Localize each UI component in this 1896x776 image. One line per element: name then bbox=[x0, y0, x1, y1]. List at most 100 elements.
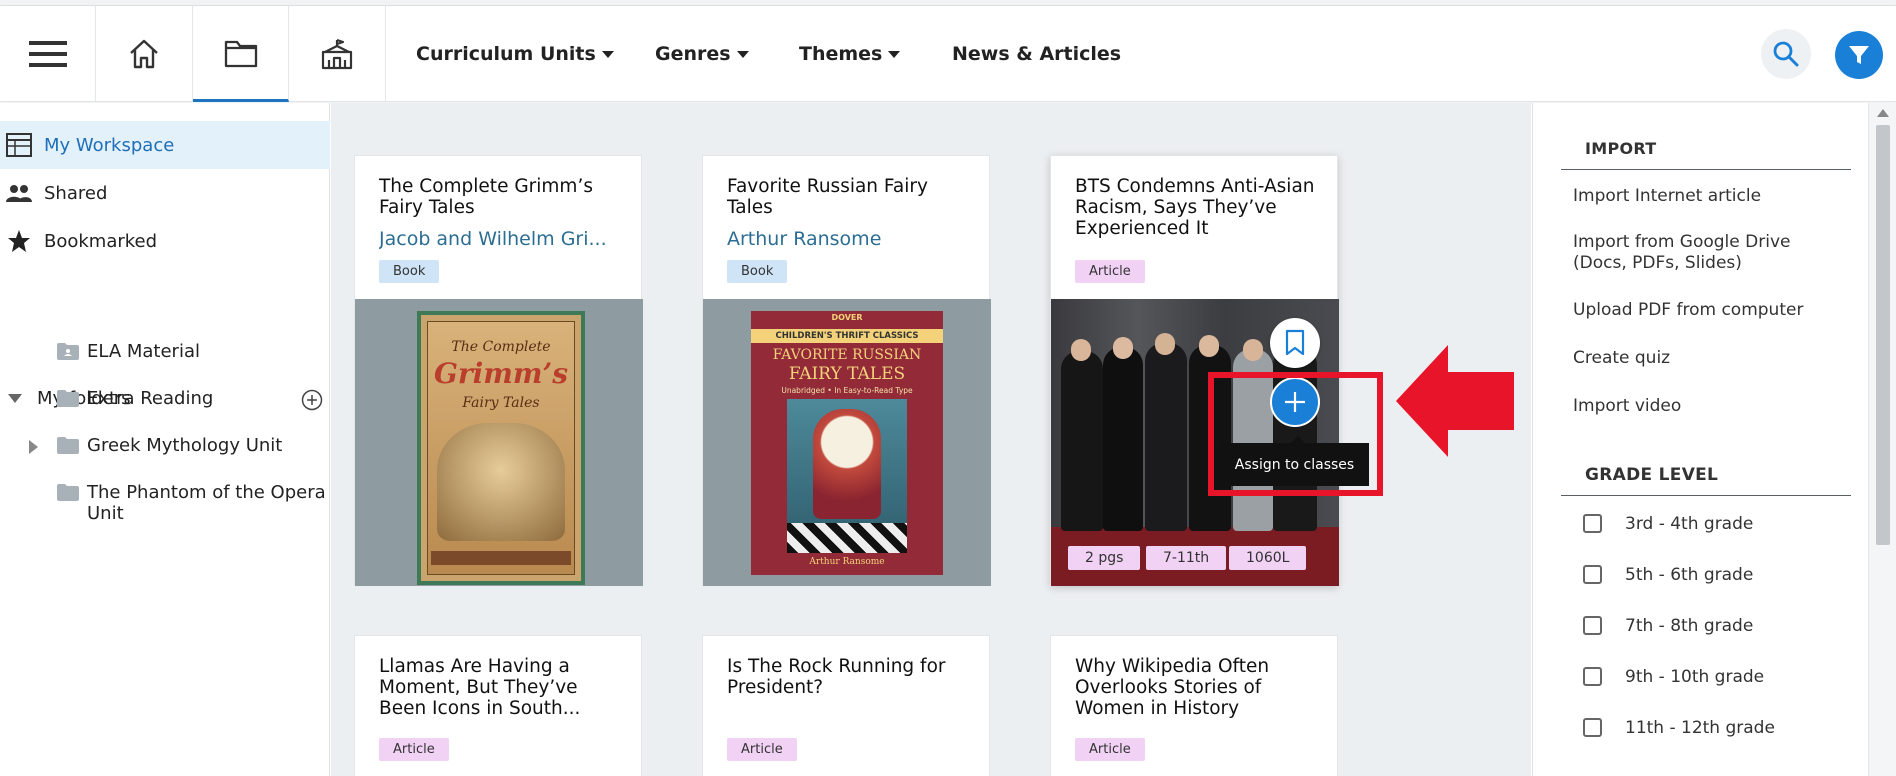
folder-icon bbox=[57, 484, 79, 501]
folder-greek-mythology-unit[interactable]: Greek Mythology Unit bbox=[57, 435, 317, 459]
cover-text: Arthur Ransome bbox=[809, 557, 885, 567]
chevron-down-icon bbox=[601, 50, 614, 58]
grimm-cover: The Complete Grimm’s Fairy Tales bbox=[417, 311, 585, 585]
school-icon bbox=[321, 38, 353, 70]
sidebar-item-bookmarked[interactable]: Bookmarked bbox=[0, 217, 330, 265]
folder-icon bbox=[57, 343, 79, 360]
sidebar-item-shared[interactable]: Shared bbox=[0, 169, 330, 217]
bookmark-button[interactable] bbox=[1270, 318, 1320, 368]
create-quiz-link[interactable]: Create quiz bbox=[1573, 348, 1670, 369]
type-badge: Book bbox=[727, 260, 788, 283]
card-title: BTS Condemns Anti-Asian Racism, Says The… bbox=[1075, 176, 1315, 239]
resource-card[interactable]: BTS Condemns Anti-Asian Racism, Says The… bbox=[1050, 155, 1339, 586]
nav-news-articles-label: News & Articles bbox=[952, 43, 1122, 65]
page-count-badge: 2 pgs bbox=[1068, 546, 1141, 570]
card-author[interactable]: Arthur Ransome bbox=[727, 228, 977, 250]
filter-icon bbox=[1849, 46, 1869, 64]
cover-text: The Complete bbox=[451, 339, 551, 355]
type-badge: Article bbox=[1075, 260, 1145, 283]
folder-label: Extra Reading bbox=[87, 388, 214, 409]
sidebar-item-my-workspace[interactable]: My Workspace bbox=[0, 121, 330, 169]
resource-card[interactable]: Llamas Are Having a Moment, But They’ve … bbox=[354, 635, 642, 776]
cover-text: FAIRY TALES bbox=[788, 364, 906, 384]
top-navigation-bar: Curriculum Units Genres Themes News & Ar… bbox=[0, 6, 1896, 102]
workspace-tab[interactable] bbox=[193, 6, 289, 102]
filter-panel: IMPORT Import Internet article Import fr… bbox=[1532, 103, 1868, 776]
expand-arrow-icon[interactable] bbox=[29, 440, 38, 454]
type-badge: Article bbox=[1075, 738, 1145, 761]
nav-curriculum-units[interactable]: Curriculum Units bbox=[416, 6, 614, 102]
import-internet-article-link[interactable]: Import Internet article bbox=[1573, 186, 1761, 207]
cover-text: CHILDREN'S THRIFT CLASSICS bbox=[751, 329, 943, 343]
grade-label: 11th - 12th grade bbox=[1625, 718, 1775, 738]
resource-card[interactable]: Is The Rock Running for President? Artic… bbox=[702, 635, 990, 776]
book-cover-image: The Complete Grimm’s Fairy Tales bbox=[355, 299, 643, 586]
card-title: Llamas Are Having a Moment, But They’ve … bbox=[379, 656, 581, 719]
grade-checkbox[interactable] bbox=[1583, 667, 1602, 686]
home-icon bbox=[130, 39, 158, 69]
cover-text: Fairy Tales bbox=[462, 395, 540, 411]
nav-themes-label: Themes bbox=[799, 43, 883, 65]
nav-genres-label: Genres bbox=[655, 43, 731, 65]
home-button[interactable] bbox=[96, 6, 193, 102]
card-title: The Complete Grimm’s Fairy Tales bbox=[379, 176, 593, 218]
chevron-down-icon bbox=[736, 50, 749, 58]
folder-icon bbox=[57, 437, 79, 454]
cover-text: Unabridged • In Easy-to-Read Type bbox=[781, 386, 913, 395]
sidebar-item-label: My Workspace bbox=[44, 134, 175, 156]
import-google-drive-link[interactable]: Import from Google Drive (Docs, PDFs, Sl… bbox=[1573, 232, 1843, 274]
cover-text: FAVORITE RUSSIAN bbox=[772, 347, 922, 363]
cover-text: DOVER bbox=[831, 313, 863, 322]
search-button[interactable] bbox=[1761, 29, 1811, 79]
filter-panel-scrollbar[interactable] bbox=[1868, 103, 1896, 776]
type-badge: Book bbox=[379, 260, 440, 283]
sidebar: My Workspace Shared Bookmarked My folder… bbox=[0, 103, 330, 776]
type-badge: Article bbox=[379, 738, 449, 761]
folder-ela-material[interactable]: ELA Material bbox=[57, 341, 317, 365]
grade-checkbox[interactable] bbox=[1583, 616, 1602, 635]
highlight-box bbox=[1208, 372, 1383, 496]
menu-button[interactable] bbox=[0, 6, 96, 102]
school-button[interactable] bbox=[289, 6, 386, 102]
upload-pdf-link[interactable]: Upload PDF from computer bbox=[1573, 300, 1803, 321]
red-arrow-icon bbox=[1396, 345, 1514, 457]
russian-tales-cover: DOVER CHILDREN'S THRIFT CLASSICS FAVORIT… bbox=[751, 311, 943, 575]
folder-label: Greek Mythology Unit bbox=[87, 435, 283, 456]
grade-checkbox[interactable] bbox=[1583, 718, 1602, 737]
card-title: Favorite Russian Fairy Tales bbox=[727, 176, 928, 218]
star-icon bbox=[6, 228, 32, 254]
folder-label: ELA Material bbox=[87, 341, 200, 362]
bookmark-icon bbox=[1285, 329, 1305, 356]
nav-themes[interactable]: Themes bbox=[799, 6, 901, 102]
grade-label: 5th - 6th grade bbox=[1625, 565, 1754, 585]
resource-card[interactable]: Favorite Russian Fairy Tales Arthur Rans… bbox=[702, 155, 991, 586]
grade-checkbox[interactable] bbox=[1583, 514, 1602, 533]
grade-label: 9th - 10th grade bbox=[1625, 667, 1765, 687]
chevron-down-icon bbox=[8, 394, 22, 403]
nav-news-articles[interactable]: News & Articles bbox=[952, 6, 1121, 102]
grade-checkbox[interactable] bbox=[1583, 565, 1602, 584]
resource-card[interactable]: The Complete Grimm’s Fairy Tales Jacob a… bbox=[354, 155, 643, 586]
card-title: Is The Rock Running for President? bbox=[727, 656, 946, 698]
grade-range-badge: 7-11th bbox=[1146, 546, 1227, 570]
folder-phantom-of-the-opera-unit[interactable]: The Phantom of the Opera Unit bbox=[57, 482, 327, 526]
import-video-link[interactable]: Import video bbox=[1573, 396, 1681, 417]
scroll-up-arrow-icon[interactable] bbox=[1877, 109, 1889, 117]
scrollbar-thumb[interactable] bbox=[1876, 125, 1890, 545]
card-author[interactable]: Jacob and Wilhelm Gri... bbox=[379, 228, 629, 250]
people-icon bbox=[6, 180, 32, 206]
cover-text: Grimm’s bbox=[433, 357, 569, 390]
filter-button[interactable] bbox=[1835, 31, 1883, 79]
divider bbox=[1561, 169, 1851, 170]
folder-extra-reading[interactable]: Extra Reading bbox=[57, 388, 317, 412]
nav-genres[interactable]: Genres bbox=[655, 6, 749, 102]
resource-card[interactable]: Why Wikipedia Often Overlooks Stories of… bbox=[1050, 635, 1338, 776]
grade-level-heading: GRADE LEVEL bbox=[1585, 465, 1719, 485]
menu-icon bbox=[28, 41, 67, 67]
folder-icon bbox=[57, 390, 79, 407]
folder-icon bbox=[224, 40, 257, 67]
import-heading: IMPORT bbox=[1585, 139, 1657, 158]
folder-label: The Phantom of the Opera Unit bbox=[87, 482, 326, 524]
chevron-down-icon bbox=[888, 50, 901, 58]
type-badge: Article bbox=[727, 738, 797, 761]
